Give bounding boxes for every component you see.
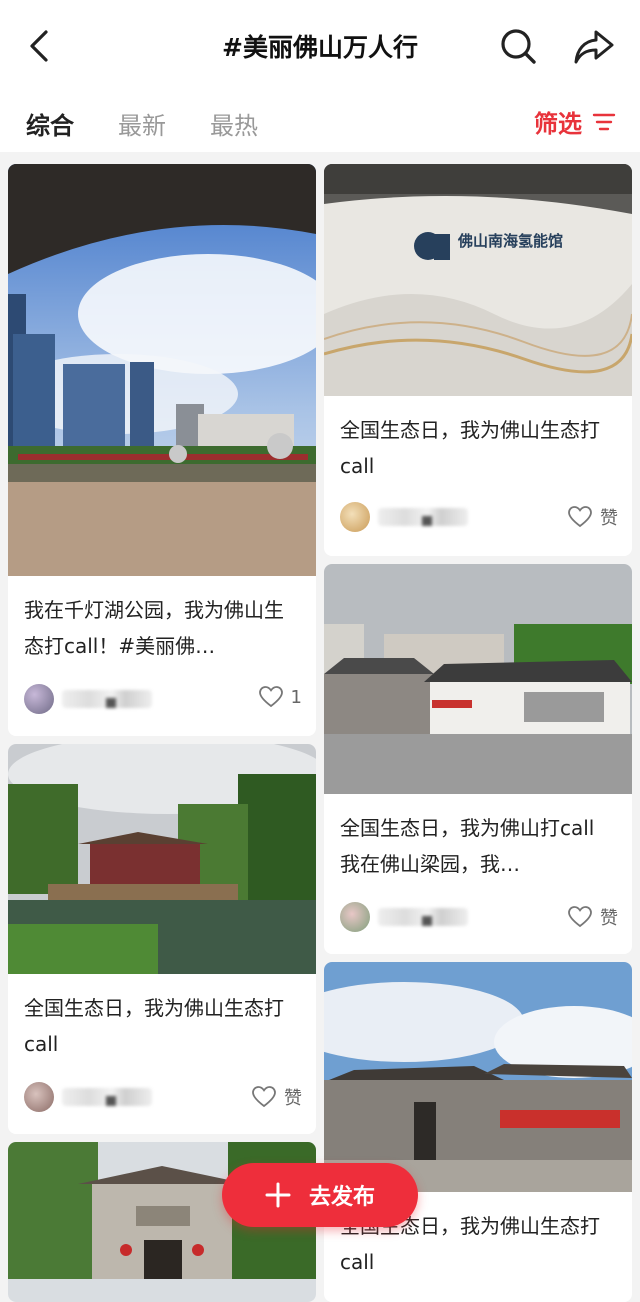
post-meta: 赞 <box>24 1082 302 1116</box>
author-name-blurred <box>378 908 468 926</box>
filter-button[interactable]: 筛选 <box>534 104 616 139</box>
like-count: 1 <box>290 686 302 708</box>
tab-comprehensive[interactable]: 综合 <box>26 106 74 141</box>
filter-label: 筛选 <box>534 110 582 138</box>
museum-sign: 佛山南海氢能馆 <box>458 232 564 250</box>
post-image <box>324 564 632 794</box>
post-title: 全国生态日，我为佛山生态打call <box>24 996 284 1056</box>
avatar <box>24 684 54 714</box>
heart-icon <box>252 1086 276 1108</box>
avatar <box>340 502 370 532</box>
filter-icon <box>592 113 616 130</box>
post-image <box>8 744 316 974</box>
post-meta: 赞 <box>340 502 618 536</box>
heart-icon <box>258 686 283 708</box>
like-count: 赞 <box>284 1088 302 1109</box>
heart-icon <box>568 506 592 528</box>
heart-icon <box>568 906 592 928</box>
post-image <box>324 164 632 396</box>
search-button[interactable] <box>498 26 538 66</box>
tab-latest[interactable]: 最新 <box>118 106 166 141</box>
plus-icon <box>265 1182 291 1208</box>
like-button[interactable]: 赞 <box>252 1084 302 1110</box>
avatar <box>340 902 370 932</box>
post-image <box>324 962 632 1192</box>
post-title: 全国生态日，我为佛山打call 我在佛山梁园，我… <box>340 816 595 876</box>
post-meta: 1 <box>24 684 302 718</box>
post-title: 我在千灯湖公园，我为佛山生态打call！#美丽佛… <box>24 598 284 658</box>
post-card[interactable]: 佛山南海氢能馆 全国生态日，我为佛山生态打call 赞 <box>324 164 632 556</box>
avatar <box>24 1082 54 1112</box>
like-count: 赞 <box>600 508 618 529</box>
post-card[interactable]: 我在千灯湖公园，我为佛山生态打call！#美丽佛… 1 <box>8 164 316 736</box>
post-card[interactable]: 全国生态日，我为佛山生态打call <box>324 962 632 1302</box>
like-button[interactable]: 赞 <box>568 504 618 530</box>
share-icon <box>574 30 614 64</box>
post-title: 全国生态日，我为佛山生态打call <box>340 418 600 478</box>
share-button[interactable] <box>572 26 616 66</box>
publish-label: 去发布 <box>308 1185 375 1210</box>
post-card[interactable]: 全国生态日，我为佛山生态打call 赞 <box>8 744 316 1134</box>
like-button[interactable]: 赞 <box>568 904 618 930</box>
post-meta: 赞 <box>340 902 618 936</box>
tab-hottest[interactable]: 最热 <box>210 106 258 141</box>
top-bar: #美丽佛山万人行 <box>0 0 640 92</box>
like-count: 赞 <box>600 908 618 929</box>
page-title: #美丽佛山万人行 <box>222 33 418 62</box>
post-card[interactable]: 全国生态日，我为佛山打call 我在佛山梁园，我… 赞 <box>324 564 632 954</box>
author-name-blurred <box>62 690 152 708</box>
like-button[interactable]: 1 <box>258 686 302 708</box>
author-name-blurred <box>378 508 468 526</box>
publish-button[interactable]: 去发布 <box>222 1163 418 1227</box>
search-icon <box>501 29 536 64</box>
author-name-blurred <box>62 1088 152 1106</box>
tab-bar: 综合 最新 最热 筛选 <box>0 92 640 152</box>
post-image <box>8 164 316 576</box>
